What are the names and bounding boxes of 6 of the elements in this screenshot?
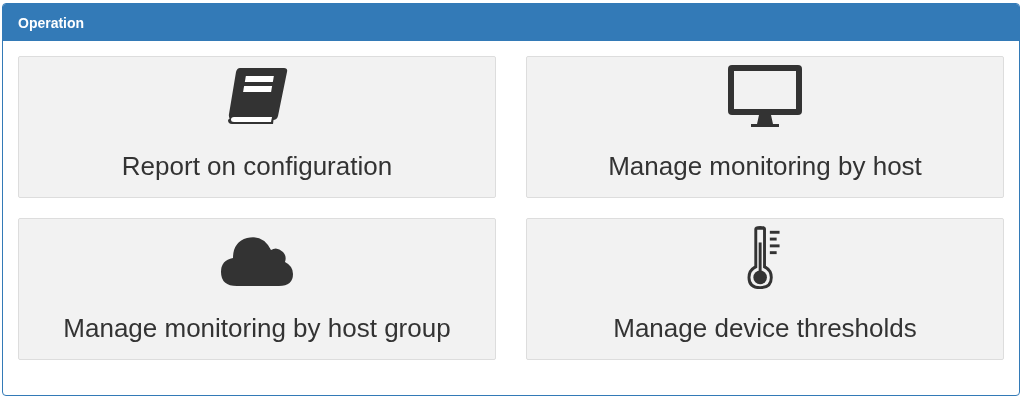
monitor-icon bbox=[727, 63, 803, 129]
operation-tile[interactable]: Manage monitoring by host group bbox=[18, 218, 496, 360]
panel-title: Operation bbox=[18, 14, 85, 31]
operation-tile[interactable]: Manage monitoring by host bbox=[526, 56, 1004, 198]
operation-tile[interactable]: Report on configuration bbox=[18, 56, 496, 198]
operation-tile[interactable]: Manage device thresholds bbox=[526, 218, 1004, 360]
